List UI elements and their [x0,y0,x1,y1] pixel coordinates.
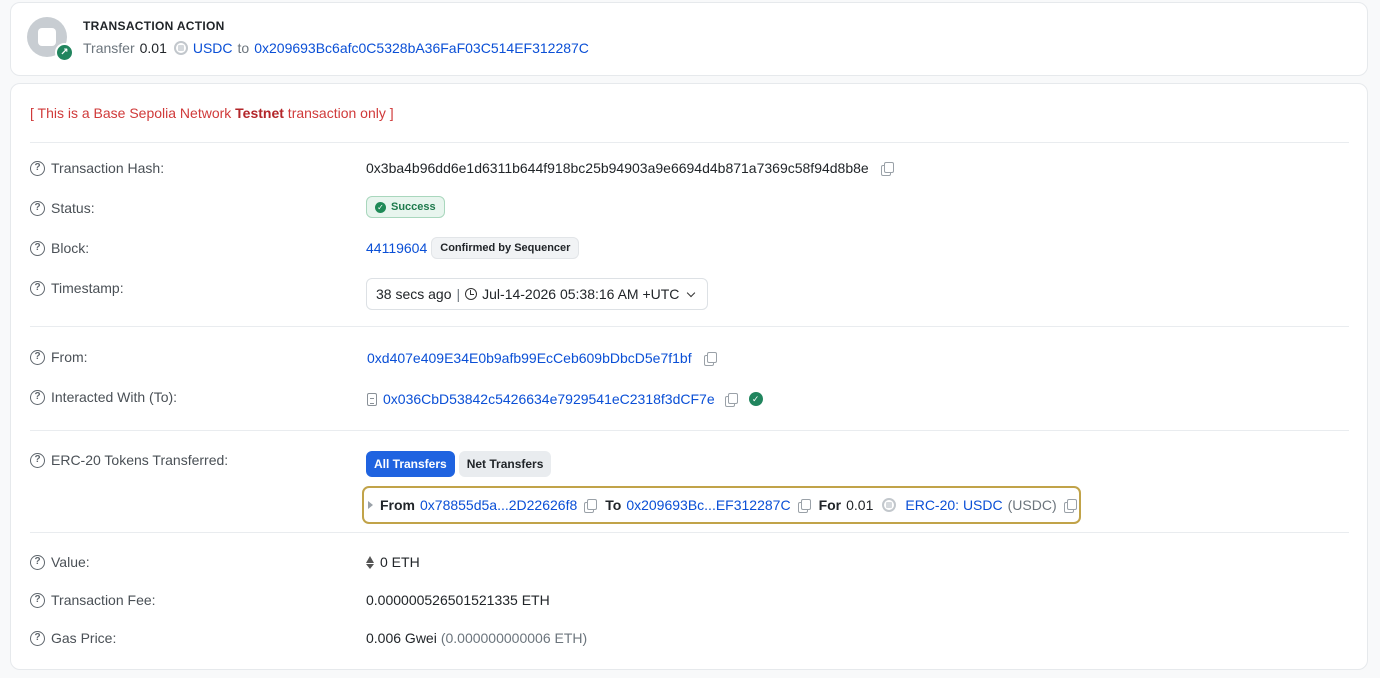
transaction-action-card: ↗ TRANSACTION ACTION Transfer 0.01 USDC … [10,2,1368,76]
timestamp-label: ? Timestamp: [30,280,124,296]
arrow-up-right-icon: ↗ [55,43,74,62]
caret-right-icon[interactable] [368,501,373,509]
check-circle-icon: ✓ [375,201,386,213]
erc20-tabs: All Transfers Net Transfers [366,451,552,477]
copy-icon[interactable] [1063,498,1077,513]
gas-price-eth: (0.000000000006 ETH) [440,630,588,646]
token-transfer-row: From 0x78855d5a...2D22626f8 To 0x209693B… [362,486,1081,524]
testnet-notice: [ This is a Base Sepolia Network Testnet… [30,105,394,121]
gas-price-gwei: 0.006 Gwei [366,630,437,646]
divider [30,142,1349,143]
from-label: ? From: [30,349,88,365]
block-label: ? Block: [30,240,89,256]
question-icon[interactable]: ? [30,160,45,176]
from-value-row: 0xd407e409E34E0b9afb99EcCeb609bDbcD5e7f1… [367,350,717,366]
question-icon[interactable]: ? [30,389,45,405]
transaction-fee: 0.000000526501521335 ETH [366,592,550,608]
action-verb: Transfer [83,40,135,56]
action-title: TRANSACTION ACTION [83,19,225,33]
copy-icon[interactable] [703,351,717,366]
action-amount: 0.01 [139,40,167,56]
interacted-with-label: ? Interacted With (To): [30,389,177,405]
value-row: 0 ETH [366,554,420,570]
status-label: ? Status: [30,200,95,216]
block-number-link[interactable]: 44119604 [366,240,427,256]
block-value-row: 44119604 Confirmed by Sequencer [366,237,580,259]
fee-label: ? Transaction Fee: [30,592,156,608]
question-icon[interactable]: ? [30,452,45,468]
question-icon[interactable]: ? [30,349,45,365]
net-transfers-tab[interactable]: Net Transfers [458,451,552,477]
hash-value-row: 0x3ba4b96dd6e1d6311b644f918bc25b94903a9e… [366,160,894,176]
action-to-word: to [237,40,250,56]
transfer-from-link[interactable]: 0x78855d5a...2D22626f8 [420,497,577,513]
erc20-label: ? ERC-20 Tokens Transferred: [30,452,228,468]
question-icon[interactable]: ? [30,200,45,216]
copy-icon[interactable] [880,161,894,176]
status-badge: ✓ Success [366,196,445,218]
transfer-amount: 0.01 [846,497,874,513]
usdc-token-icon [173,41,188,55]
divider [30,326,1349,327]
question-icon[interactable]: ? [30,630,45,646]
action-to-address-link[interactable]: 0x209693Bc6afc0C5328bA36FaF03C514EF31228… [254,40,589,56]
token-symbol: (USDC) [1007,497,1057,513]
eth-value: 0 ETH [380,554,420,570]
question-icon[interactable]: ? [30,592,45,608]
verified-check-icon: ✓ [748,392,763,406]
contract-file-icon [367,392,377,406]
transfer-to-link[interactable]: 0x209693Bc...EF312287C [626,497,790,513]
all-transfers-tab[interactable]: All Transfers [366,451,455,477]
gas-row: 0.006 Gwei (0.000000000006 ETH) [366,630,587,646]
timestamp-value-row: 38 secs ago | Jul-14-2026 05:38:16 AM +U… [366,278,709,310]
fee-row: 0.000000526501521335 ETH [366,592,550,608]
copy-icon[interactable] [797,498,811,513]
sequencer-badge: Confirmed by Sequencer [431,237,580,259]
divider [30,532,1349,533]
token-link[interactable]: ERC-20: USDC [905,497,1002,513]
hash-label: ? Transaction Hash: [30,160,164,176]
usdc-token-icon [882,498,897,512]
action-token-link[interactable]: USDC [193,40,233,56]
transaction-hash: 0x3ba4b96dd6e1d6311b644f918bc25b94903a9e… [366,160,869,176]
value-label: ? Value: [30,554,90,570]
status-value-row: ✓ Success [366,196,445,218]
question-icon[interactable]: ? [30,280,45,296]
from-address-link[interactable]: 0xd407e409E34E0b9afb99EcCeb609bDbcD5e7f1… [367,350,692,366]
timestamp-dropdown[interactable]: 38 secs ago | Jul-14-2026 05:38:16 AM +U… [366,278,709,310]
interacted-with-value-row: 0x036CbD53842c5426634e7929541eC2318f3dCF… [367,391,763,407]
transaction-overview-card: [ This is a Base Sepolia Network Testnet… [10,83,1368,670]
divider [30,430,1349,431]
gas-label: ? Gas Price: [30,630,116,646]
copy-icon[interactable] [584,498,598,513]
chevron-down-icon [687,288,696,297]
ethereum-icon [366,555,374,569]
clock-icon [465,288,478,300]
question-icon[interactable]: ? [30,240,45,256]
contract-address-link[interactable]: 0x036CbD53842c5426634e7929541eC2318f3dCF… [383,391,715,407]
question-icon[interactable]: ? [30,554,45,570]
action-summary: Transfer 0.01 USDC to 0x209693Bc6afc0C53… [83,40,589,56]
copy-icon[interactable] [724,392,738,407]
